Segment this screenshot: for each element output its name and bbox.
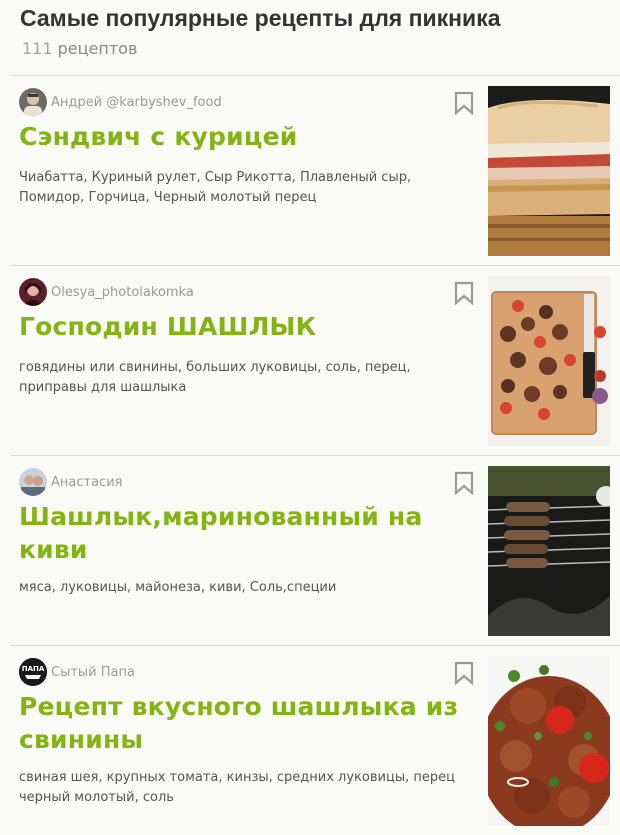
- recipe-count: 111 рецептов: [22, 39, 610, 58]
- author-link[interactable]: ПАПА Сытый Папа: [19, 658, 135, 686]
- ingredients-list: свиная шея, крупных томата, кинзы, средн…: [19, 770, 455, 805]
- author-link[interactable]: Анастасия: [19, 468, 122, 496]
- recipe-list: Андрей @karbyshev_food Сэндвич с курицей…: [10, 75, 620, 835]
- author-name[interactable]: Андрей @karbyshev_food: [51, 95, 222, 110]
- page-header: Самые популярные рецепты для пикника 111…: [20, 0, 610, 58]
- recipe-count-number: 111: [22, 39, 53, 58]
- avatar[interactable]: [19, 88, 47, 116]
- recipe-photo[interactable]: [488, 656, 610, 826]
- bookmark-icon[interactable]: [454, 91, 474, 115]
- avatar[interactable]: [19, 278, 47, 306]
- recipe-card: Olesya_photolakomka Господин ШАШЛЫК говя…: [10, 265, 620, 455]
- author-logo[interactable]: ПАПА: [19, 658, 47, 686]
- recipe-photo[interactable]: [488, 466, 610, 636]
- recipe-card: Анастасия Шашлык,маринованный на киви мя…: [10, 455, 620, 645]
- recipe-title-link[interactable]: Рецепт вкусного шашлыка из свинины: [19, 690, 474, 756]
- recipe-card: Андрей @karbyshev_food Сэндвич с курицей…: [10, 75, 620, 265]
- author-link[interactable]: Olesya_photolakomka: [19, 278, 194, 306]
- bookmark-icon[interactable]: [454, 281, 474, 305]
- ingredients-list: мяса, луковицы, майонеза, киви, Соль,спе…: [19, 580, 337, 595]
- bookmark-icon[interactable]: [454, 661, 474, 685]
- recipe-count-label: рецептов: [57, 39, 138, 58]
- recipe-photo[interactable]: [488, 276, 610, 446]
- ingredients-list: говядины или свинины, больших луковицы, …: [19, 360, 411, 395]
- page-title: Самые популярные рецепты для пикника: [20, 5, 501, 31]
- recipe-title-link[interactable]: Сэндвич с курицей: [19, 120, 474, 153]
- recipe-title-link[interactable]: Шашлык,маринованный на киви: [19, 500, 474, 566]
- author-name[interactable]: Olesya_photolakomka: [51, 285, 194, 300]
- ingredients-list: Чиабатта, Куриный рулет, Сыр Рикотта, Пл…: [19, 170, 412, 205]
- recipe-photo[interactable]: [488, 86, 610, 256]
- recipe-card: ПАПА Сытый Папа Рецепт вкусного шашлыка …: [10, 645, 620, 835]
- recipe-title-link[interactable]: Господин ШАШЛЫК: [19, 310, 474, 343]
- author-logo-text: ПАПА: [21, 665, 45, 673]
- bookmark-icon[interactable]: [454, 471, 474, 495]
- author-link[interactable]: Андрей @karbyshev_food: [19, 88, 222, 116]
- author-name[interactable]: Сытый Папа: [51, 665, 135, 680]
- author-name[interactable]: Анастасия: [51, 475, 122, 490]
- avatar[interactable]: [19, 468, 47, 496]
